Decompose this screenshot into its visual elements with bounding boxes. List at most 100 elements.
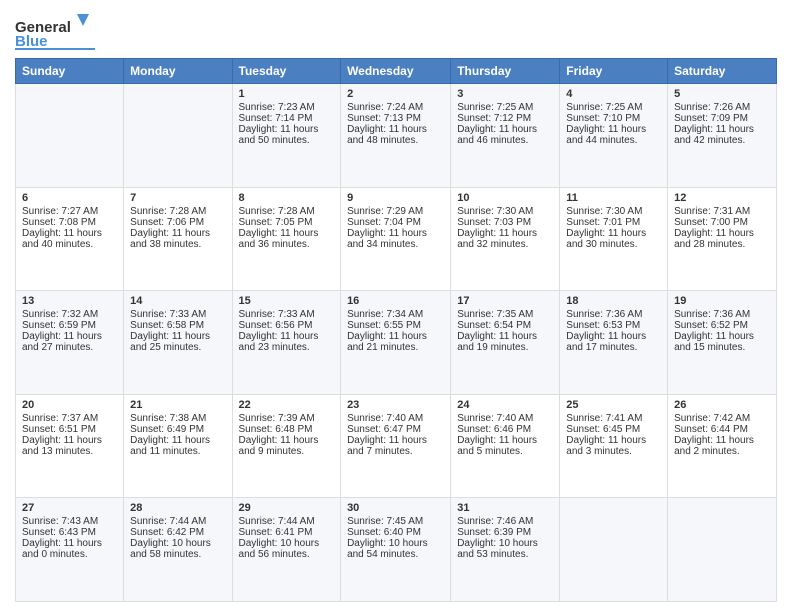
sunset: Sunset: 7:13 PM (347, 113, 421, 124)
day-number: 21 (130, 399, 225, 411)
header-tuesday: Tuesday (232, 59, 341, 84)
day-number: 15 (239, 295, 335, 307)
day-number: 31 (457, 502, 553, 514)
sunrise: Sunrise: 7:30 AM (457, 206, 533, 217)
calendar-cell (16, 84, 124, 188)
daylight: Daylight: 10 hours and 53 minutes. (457, 538, 538, 560)
header-monday: Monday (124, 59, 232, 84)
calendar-week-4: 20Sunrise: 7:37 AMSunset: 6:51 PMDayligh… (16, 394, 777, 498)
day-number: 10 (457, 192, 553, 204)
daylight: Daylight: 11 hours and 32 minutes. (457, 228, 537, 250)
calendar: Sunday Monday Tuesday Wednesday Thursday… (15, 58, 777, 602)
sunset: Sunset: 7:04 PM (347, 217, 421, 228)
calendar-cell (560, 498, 668, 602)
sunset: Sunset: 7:08 PM (22, 217, 96, 228)
sunset: Sunset: 6:52 PM (674, 320, 748, 331)
sunset: Sunset: 6:43 PM (22, 527, 96, 538)
sunrise: Sunrise: 7:38 AM (130, 413, 206, 424)
calendar-cell: 2Sunrise: 7:24 AMSunset: 7:13 PMDaylight… (341, 84, 451, 188)
sunrise: Sunrise: 7:41 AM (566, 413, 642, 424)
day-number: 13 (22, 295, 117, 307)
sunrise: Sunrise: 7:30 AM (566, 206, 642, 217)
calendar-body: 1Sunrise: 7:23 AMSunset: 7:14 PMDaylight… (16, 84, 777, 602)
day-number: 2 (347, 88, 444, 100)
sunset: Sunset: 6:48 PM (239, 424, 313, 435)
calendar-cell: 3Sunrise: 7:25 AMSunset: 7:12 PMDaylight… (451, 84, 560, 188)
sunset: Sunset: 7:03 PM (457, 217, 531, 228)
sunset: Sunset: 7:09 PM (674, 113, 748, 124)
calendar-cell: 28Sunrise: 7:44 AMSunset: 6:42 PMDayligh… (124, 498, 232, 602)
sunset: Sunset: 7:01 PM (566, 217, 640, 228)
day-number: 8 (239, 192, 335, 204)
sunrise: Sunrise: 7:28 AM (130, 206, 206, 217)
sunrise: Sunrise: 7:28 AM (239, 206, 315, 217)
sunrise: Sunrise: 7:27 AM (22, 206, 98, 217)
calendar-cell: 6Sunrise: 7:27 AMSunset: 7:08 PMDaylight… (16, 187, 124, 291)
calendar-header: Sunday Monday Tuesday Wednesday Thursday… (16, 59, 777, 84)
header: General Blue (15, 10, 777, 50)
calendar-cell (124, 84, 232, 188)
calendar-cell: 16Sunrise: 7:34 AMSunset: 6:55 PMDayligh… (341, 291, 451, 395)
calendar-cell: 7Sunrise: 7:28 AMSunset: 7:06 PMDaylight… (124, 187, 232, 291)
calendar-cell: 29Sunrise: 7:44 AMSunset: 6:41 PMDayligh… (232, 498, 341, 602)
calendar-cell: 26Sunrise: 7:42 AMSunset: 6:44 PMDayligh… (668, 394, 777, 498)
calendar-cell: 31Sunrise: 7:46 AMSunset: 6:39 PMDayligh… (451, 498, 560, 602)
sunrise: Sunrise: 7:25 AM (457, 102, 533, 113)
daylight: Daylight: 11 hours and 11 minutes. (130, 435, 210, 457)
sunrise: Sunrise: 7:36 AM (566, 309, 642, 320)
daylight: Daylight: 11 hours and 7 minutes. (347, 435, 427, 457)
sunrise: Sunrise: 7:45 AM (347, 516, 423, 527)
day-number: 12 (674, 192, 770, 204)
daylight: Daylight: 11 hours and 38 minutes. (130, 228, 210, 250)
sunrise: Sunrise: 7:40 AM (457, 413, 533, 424)
sunset: Sunset: 6:58 PM (130, 320, 204, 331)
daylight: Daylight: 11 hours and 21 minutes. (347, 331, 427, 353)
sunset: Sunset: 6:54 PM (457, 320, 531, 331)
day-number: 3 (457, 88, 553, 100)
daylight: Daylight: 11 hours and 48 minutes. (347, 124, 427, 146)
sunset: Sunset: 6:47 PM (347, 424, 421, 435)
sunset: Sunset: 6:40 PM (347, 527, 421, 538)
sunset: Sunset: 7:00 PM (674, 217, 748, 228)
sunrise: Sunrise: 7:25 AM (566, 102, 642, 113)
calendar-cell: 27Sunrise: 7:43 AMSunset: 6:43 PMDayligh… (16, 498, 124, 602)
sunrise: Sunrise: 7:43 AM (22, 516, 98, 527)
sunrise: Sunrise: 7:44 AM (130, 516, 206, 527)
calendar-cell: 10 Sunrise: 7:30 AMSunset: 7:03 PMDayligh… (451, 187, 560, 291)
calendar-cell: 1Sunrise: 7:23 AMSunset: 7:14 PMDaylight… (232, 84, 341, 188)
svg-text:Blue: Blue (15, 33, 48, 50)
daylight: Daylight: 11 hours and 30 minutes. (566, 228, 646, 250)
sunrise: Sunrise: 7:42 AM (674, 413, 750, 424)
sunset: Sunset: 7:06 PM (130, 217, 204, 228)
header-saturday: Saturday (668, 59, 777, 84)
daylight: Daylight: 11 hours and 15 minutes. (674, 331, 754, 353)
day-number: 9 (347, 192, 444, 204)
calendar-cell: 25Sunrise: 7:41 AMSunset: 6:45 PMDayligh… (560, 394, 668, 498)
sunrise: Sunrise: 7:31 AM (674, 206, 750, 217)
calendar-cell: 5Sunrise: 7:26 AMSunset: 7:09 PMDaylight… (668, 84, 777, 188)
sunset: Sunset: 7:05 PM (239, 217, 313, 228)
daylight: Daylight: 11 hours and 2 minutes. (674, 435, 754, 457)
day-number: 28 (130, 502, 225, 514)
day-number: 24 (457, 399, 553, 411)
day-number: 5 (674, 88, 770, 100)
calendar-cell: 20Sunrise: 7:37 AMSunset: 6:51 PMDayligh… (16, 394, 124, 498)
daylight: Daylight: 11 hours and 5 minutes. (457, 435, 537, 457)
header-friday: Friday (560, 59, 668, 84)
day-number: 19 (674, 295, 770, 307)
daylight: Daylight: 11 hours and 46 minutes. (457, 124, 537, 146)
daylight: Daylight: 10 hours and 56 minutes. (239, 538, 320, 560)
daylight: Daylight: 11 hours and 27 minutes. (22, 331, 102, 353)
header-thursday: Thursday (451, 59, 560, 84)
day-number: 16 (347, 295, 444, 307)
sunset: Sunset: 7:14 PM (239, 113, 313, 124)
calendar-week-2: 6Sunrise: 7:27 AMSunset: 7:08 PMDaylight… (16, 187, 777, 291)
sunset: Sunset: 6:59 PM (22, 320, 96, 331)
sunrise: Sunrise: 7:44 AM (239, 516, 315, 527)
calendar-cell: 19Sunrise: 7:36 AMSunset: 6:52 PMDayligh… (668, 291, 777, 395)
daylight: Daylight: 11 hours and 36 minutes. (239, 228, 319, 250)
day-number: 25 (566, 399, 661, 411)
daylight: Daylight: 11 hours and 25 minutes. (130, 331, 210, 353)
sunrise: Sunrise: 7:23 AM (239, 102, 315, 113)
calendar-cell: 4Sunrise: 7:25 AMSunset: 7:10 PMDaylight… (560, 84, 668, 188)
